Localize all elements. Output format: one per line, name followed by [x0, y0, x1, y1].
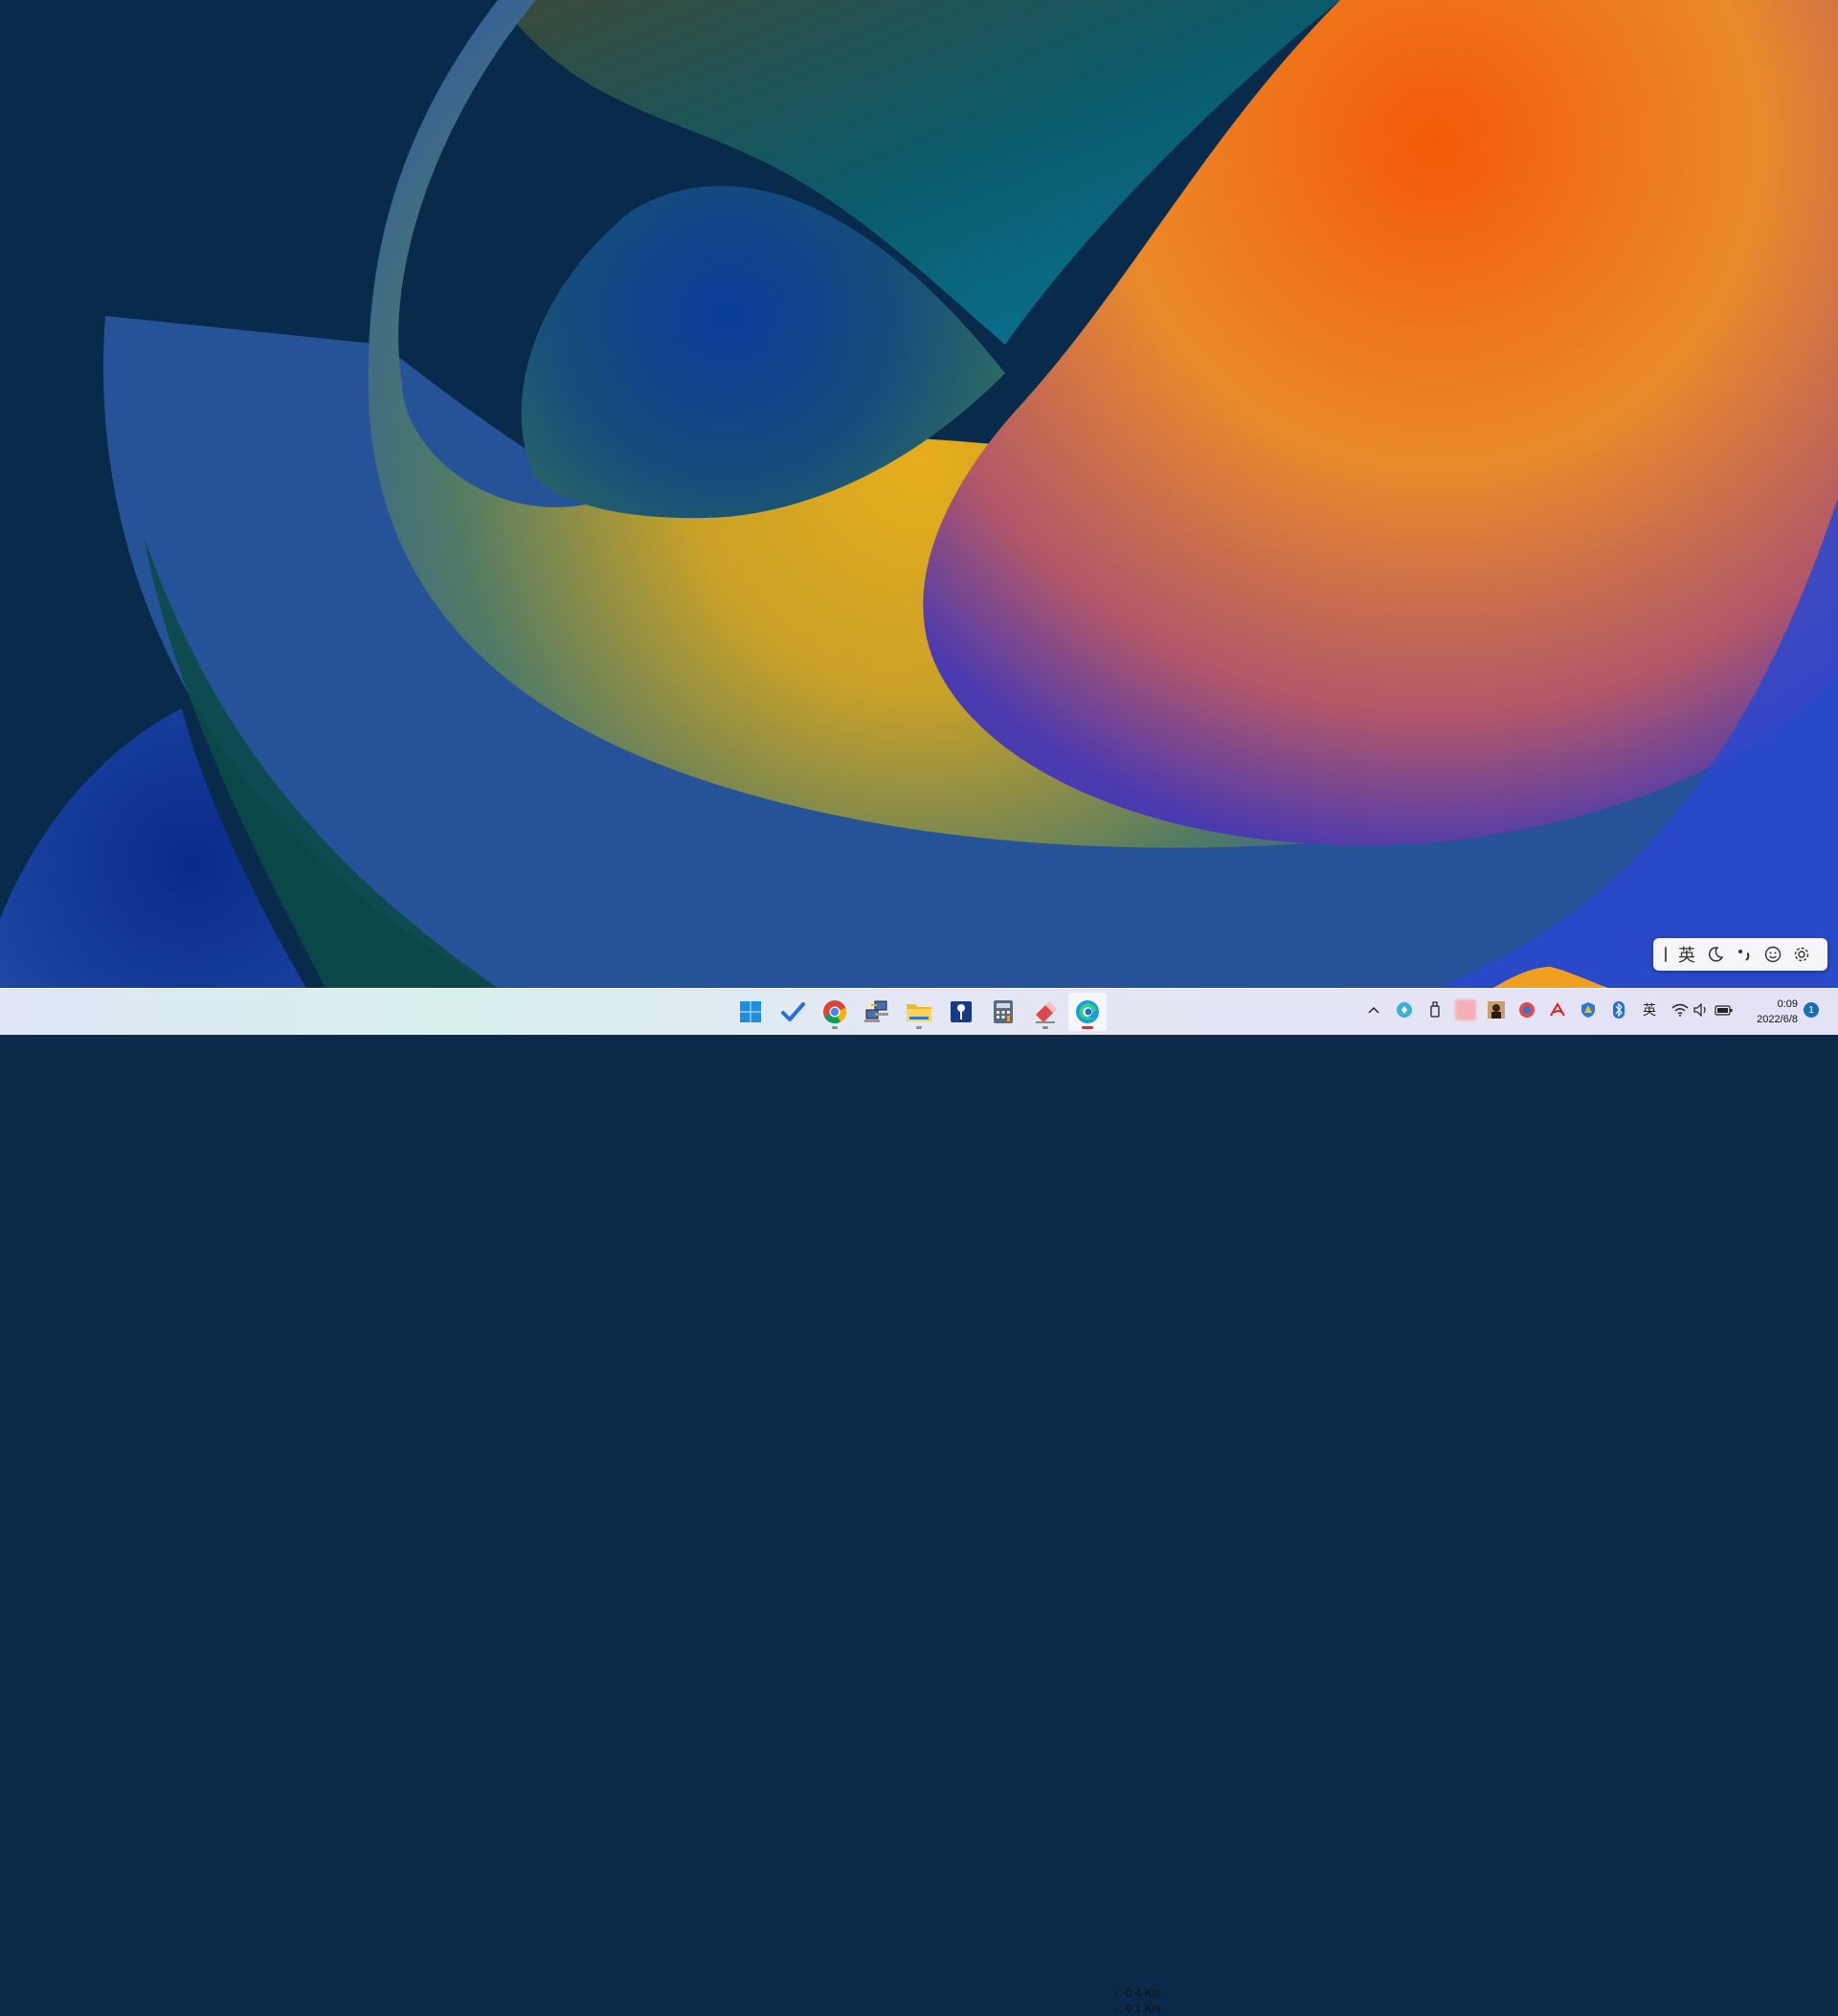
usb-drive-icon[interactable]: [1424, 999, 1446, 1020]
ime-toolbar: 英: [1653, 938, 1827, 971]
upload-speed: ↑: 0.4 K/s: [1113, 1986, 1162, 2000]
running-indicator: [1042, 1026, 1048, 1029]
network-computers-icon: [864, 1000, 888, 1022]
chrome-app[interactable]: [816, 993, 854, 1031]
ime-mode-button[interactable]: 英: [1672, 940, 1701, 969]
show-hidden-icons-chevron-icon[interactable]: [1363, 999, 1384, 1020]
calculator-icon: [994, 1000, 1013, 1023]
keyboard-app[interactable]: [942, 993, 980, 1031]
windows-start-icon: [740, 1001, 761, 1022]
todo-app[interactable]: [773, 993, 812, 1031]
edge-icon: [1076, 1000, 1099, 1023]
eraser-app[interactable]: [1026, 993, 1065, 1031]
chrome-icon: [823, 1000, 847, 1024]
volume-icon[interactable]: [1691, 999, 1712, 1020]
download-speed: ↓: 0.1 K/s: [1113, 2002, 1162, 2015]
bluetooth-icon[interactable]: [1608, 999, 1629, 1020]
clock-date: 2022/6/8: [1757, 1014, 1798, 1025]
calculator-app[interactable]: [984, 993, 1022, 1031]
start-button[interactable]: [731, 993, 770, 1031]
acrobat-icon[interactable]: [1547, 999, 1568, 1020]
pink-app-icon[interactable]: [1455, 999, 1476, 1020]
moon-icon[interactable]: [1701, 940, 1730, 969]
clock[interactable]: 0:09 2022/6/8: [1744, 997, 1798, 1027]
security-shield-icon[interactable]: [1578, 999, 1599, 1020]
sync-app-icon[interactable]: [1394, 999, 1415, 1020]
ime-drag-handle[interactable]: [1659, 940, 1672, 969]
desktop-wallpaper: [0, 0, 1838, 988]
punctuation-icon[interactable]: [1730, 940, 1759, 969]
emoji-icon[interactable]: [1759, 940, 1787, 969]
wifi-icon[interactable]: [1670, 999, 1691, 1020]
file-explorer-app[interactable]: [900, 993, 938, 1031]
avatar-app-icon[interactable]: [1486, 999, 1507, 1020]
red-app-icon[interactable]: [1516, 999, 1537, 1020]
folder-icon: [907, 1004, 931, 1021]
network-speed-widget[interactable]: ↑: 0.4 K/s ↓: 0.1 K/s: [1113, 1985, 1161, 2016]
gear-icon[interactable]: [1787, 940, 1816, 969]
checkmark-icon: [781, 1002, 805, 1021]
network-app[interactable]: [858, 993, 896, 1031]
battery-icon[interactable]: [1714, 999, 1735, 1020]
running-indicator: [832, 1026, 838, 1029]
ime-mode-label: 英: [1678, 946, 1695, 965]
notification-count: 1: [1808, 1004, 1814, 1016]
notification-badge[interactable]: 1: [1804, 1002, 1819, 1018]
edge-app[interactable]: [1068, 993, 1107, 1031]
active-indicator: [1082, 1026, 1093, 1029]
input-language-label: 英: [1643, 1002, 1656, 1018]
running-indicator: [916, 1026, 922, 1029]
eraser-icon: [1036, 1001, 1057, 1023]
joystick-icon: [951, 1001, 972, 1022]
input-language-indicator[interactable]: 英: [1639, 999, 1660, 1020]
clock-time: 0:09: [1777, 998, 1798, 1010]
